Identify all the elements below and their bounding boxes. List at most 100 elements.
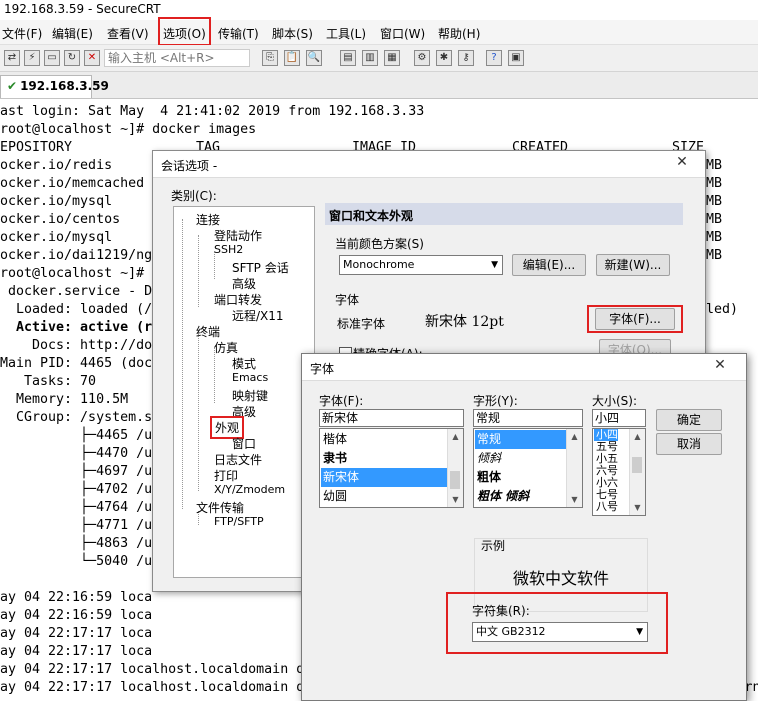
print-setup-icon[interactable]: ▦ [384,50,400,66]
list-item[interactable]: 幼圆 [321,487,447,506]
menu-script[interactable]: 脚本(S) [272,25,313,42]
terminal-line-tail: MB [706,230,723,245]
scrollbar[interactable]: ▲ ▼ [447,429,463,507]
cancel-button[interactable]: 取消 [656,433,722,455]
terminal-line: ay 04 22:16:59 loca [0,590,153,605]
menu-help[interactable]: 帮助(H) [438,25,480,42]
font-style-list[interactable]: 常规 倾斜 粗体 粗体 倾斜 ▲ ▼ [473,428,583,508]
terminal-line: root@localhost ~]# docker images [0,122,257,137]
charset-value: 中文 GB2312 [476,625,546,638]
window-title: 192.168.3.59 - SecureCRT [4,2,161,16]
tree-item-connection[interactable]: 连接 [196,211,220,228]
scroll-thumb[interactable] [632,457,642,473]
print-screen-icon[interactable]: ▥ [362,50,378,66]
menu-window[interactable]: 窗口(W) [380,25,425,42]
terminal-line: ay 04 22:17:17 loca [0,626,153,641]
help-icon[interactable]: ? [486,50,502,66]
connect-tab-icon[interactable]: ▭ [44,50,60,66]
disconnect-icon[interactable]: ✕ [84,50,100,66]
tree-connector [198,331,199,491]
list-item-selected[interactable]: 新宋体 [321,468,447,487]
tree-item-terminal[interactable]: 终端 [196,323,220,340]
list-item[interactable]: 粗体 倾斜 [475,487,566,506]
close-icon[interactable]: ✕ [710,357,730,377]
tree-item-xyzmodem[interactable]: X/Y/Zmodem [214,483,285,496]
edit-scheme-button[interactable]: 编辑(E)... [512,254,586,276]
list-item-selected[interactable]: 常规 [475,430,566,449]
tree-item-sftp-session[interactable]: SFTP 会话 [232,259,289,276]
chevron-up-icon[interactable]: ▲ [567,429,582,444]
list-item[interactable]: 倾斜 [475,449,566,468]
chevron-down-icon[interactable]: ▼ [567,492,582,507]
close-icon[interactable]: ✕ [667,154,697,174]
menu-view[interactable]: 查看(V) [107,25,149,42]
ok-button[interactable]: 确定 [656,409,722,431]
tree-item-emulation[interactable]: 仿真 [214,339,238,356]
menu-options[interactable]: 选项(O) [158,17,211,46]
list-item[interactable]: 楷体 [321,430,447,449]
keymap-icon[interactable]: ⚷ [458,50,474,66]
tree-item-ssh2[interactable]: SSH2 [214,243,243,256]
terminal-line-tail: MB [706,158,723,173]
tree-item-window[interactable]: 窗口 [232,435,256,452]
font-button[interactable]: 字体(F)... [595,308,675,330]
chevron-up-icon[interactable]: ▲ [630,429,645,444]
scroll-thumb[interactable] [450,471,460,489]
menu-file[interactable]: 文件(F) [2,25,42,42]
font-size-list[interactable]: 小四 五号 小五 六号 小六 七号 八号 ▲ ▼ [592,428,646,516]
terminal-line: CGroup: /system.s [0,410,153,425]
tree-item-printing[interactable]: 打印 [214,467,238,484]
tree-item-mapped-keys[interactable]: 映射键 [232,387,268,404]
charset-select[interactable]: 中文 GB2312 ▼ [472,622,648,642]
terminal-line-tail: MB [706,176,723,191]
global-options-icon[interactable]: ✱ [436,50,452,66]
terminal-line: docker.service - D [0,284,153,299]
paste-icon[interactable]: 📋 [284,50,300,66]
new-scheme-button[interactable]: 新建(W)... [596,254,670,276]
scrollbar[interactable]: ▲ ▼ [629,429,645,515]
font-size-input[interactable]: 小四 [592,409,646,427]
terminal-line-tail: MB [706,248,723,263]
font-name-list[interactable]: 楷体 隶书 新宋体 幼圆 ▲ ▼ [319,428,464,508]
normal-font-label: 标准字体 [337,317,386,331]
copy-icon[interactable]: ⎘ [262,50,278,66]
quick-connect-input[interactable]: 输入主机 <Alt+R> [104,49,250,67]
chevron-down-icon[interactable]: ▼ [448,492,463,507]
menu-tools[interactable]: 工具(L) [326,25,366,42]
menu-edit[interactable]: 编辑(E) [52,25,93,42]
scrollbar[interactable]: ▲ ▼ [566,429,582,507]
about-icon[interactable]: ▣ [508,50,524,66]
quick-connect-icon[interactable]: ⚡ [24,50,40,66]
terminal-line: ├─4470 /u [0,446,153,461]
tree-item-file-transfer[interactable]: 文件传输 [196,499,244,516]
font-name-input[interactable]: 新宋体 [319,409,464,427]
terminal-line: ay 04 22:17:17 loca [0,644,153,659]
connect-icon[interactable]: ⇄ [4,50,20,66]
tree-item-ssh2-advanced[interactable]: 高级 [232,275,256,292]
font-style-label: 字形(Y): [473,394,518,408]
print-icon[interactable]: ▤ [340,50,356,66]
tree-item-ftp-sftp[interactable]: FTP/SFTP [214,515,264,528]
list-item[interactable]: 八号 [594,501,618,513]
tree-item-logon-actions[interactable]: 登陆动作 [214,227,262,244]
terminal-line: ocker.io/mysql [0,194,113,209]
session-tab[interactable]: ✔ 192.168.3.59 [0,75,109,98]
chevron-down-icon[interactable]: ▼ [630,500,645,515]
tree-item-log-file[interactable]: 日志文件 [214,451,262,468]
list-item[interactable]: 隶书 [321,449,447,468]
tree-item-emacs[interactable]: Emacs [232,371,268,384]
menu-transfer[interactable]: 传输(T) [218,25,259,42]
sample-text: 微软中文软件 [512,569,609,588]
color-scheme-select[interactable]: Monochrome ▼ [339,255,503,275]
session-options-icon[interactable]: ⚙ [414,50,430,66]
terminal-line: Active: active (r [0,320,153,335]
font-style-input[interactable]: 常规 [473,409,583,427]
tree-item-port-forwarding[interactable]: 端口转发 [214,291,262,308]
find-icon[interactable]: 🔍 [306,50,322,66]
tree-item-remote-x11[interactable]: 远程/X11 [232,307,284,324]
font-dialog-title: 字体 [310,362,335,376]
chevron-up-icon[interactable]: ▲ [448,429,463,444]
reconnect-icon[interactable]: ↻ [64,50,80,66]
tree-item-modes[interactable]: 模式 [232,355,256,372]
list-item[interactable]: 粗体 [475,468,566,487]
